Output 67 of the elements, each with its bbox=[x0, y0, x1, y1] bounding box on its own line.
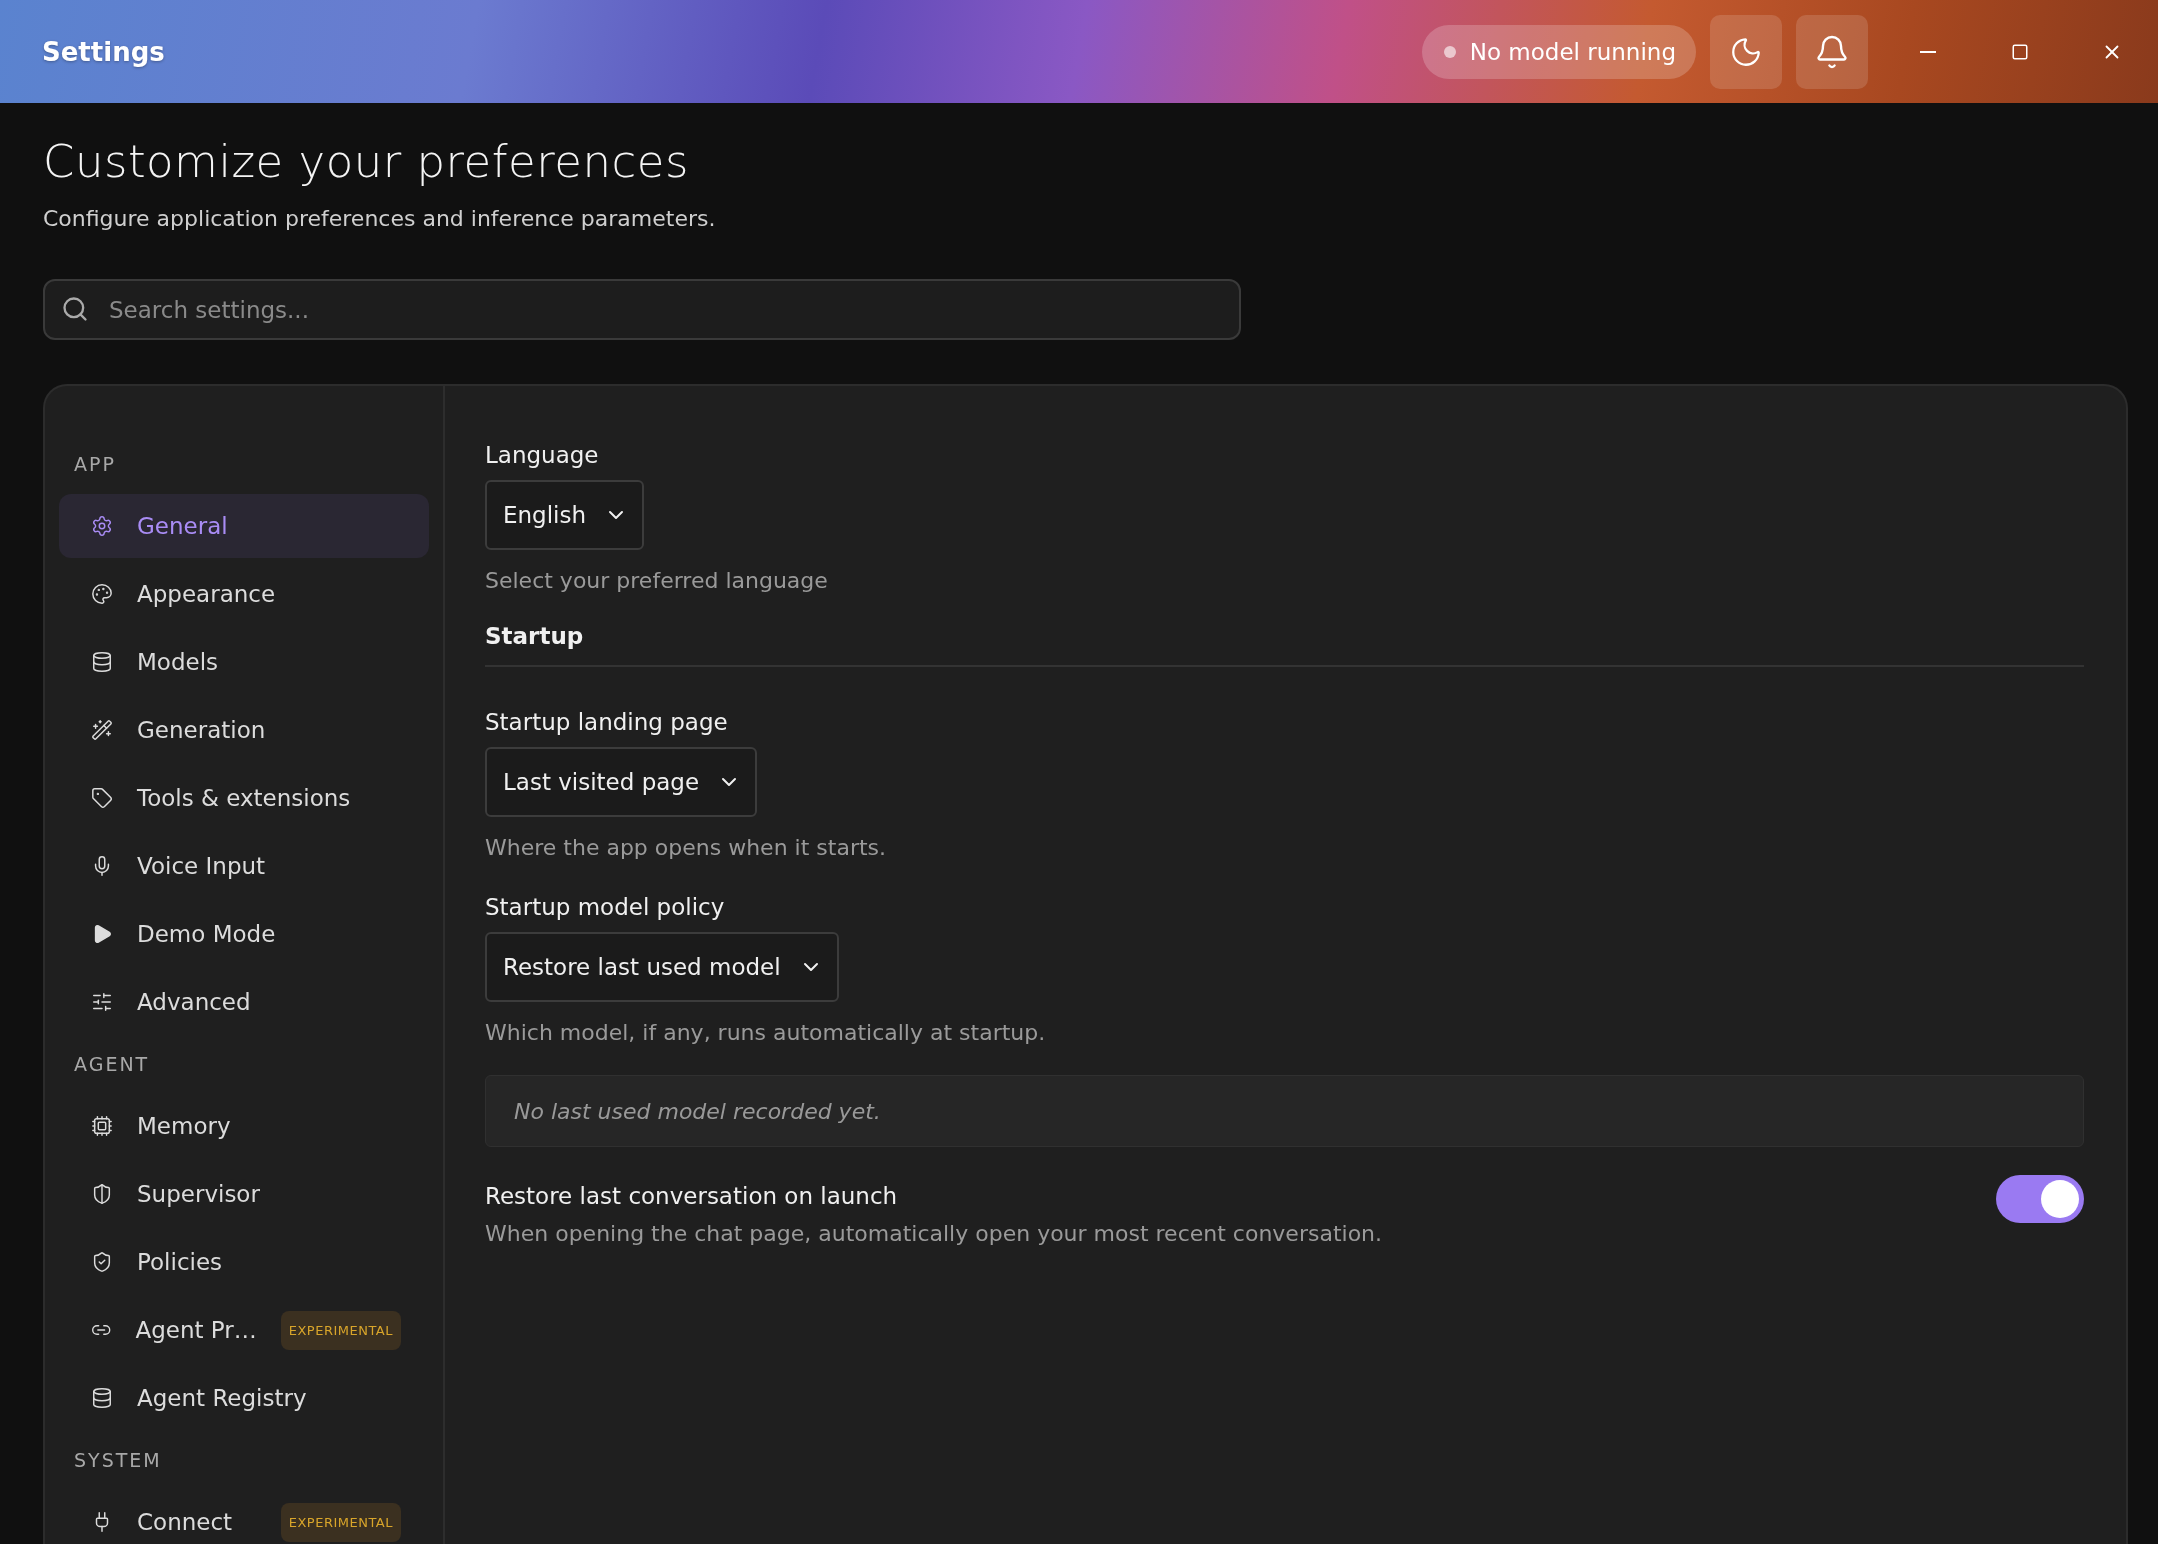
sidebar-item[interactable]: Appearance bbox=[59, 562, 429, 626]
bell-icon[interactable] bbox=[1796, 14, 1868, 89]
toggle-switch[interactable] bbox=[1996, 1175, 2084, 1223]
nav-icon bbox=[91, 1183, 113, 1205]
nav-label: Connect bbox=[137, 1509, 233, 1535]
nav-label: Memory bbox=[137, 1113, 231, 1139]
sidebar-item[interactable]: Supervisor bbox=[59, 1162, 429, 1226]
nav-label: Advanced bbox=[137, 989, 251, 1015]
dropdown[interactable]: Last visited page bbox=[485, 747, 758, 817]
nav-label: Demo Mode bbox=[137, 921, 276, 947]
field-label: Startup model policy bbox=[485, 894, 726, 920]
sidebar-item[interactable]: Policies bbox=[59, 1230, 429, 1294]
nav-icon bbox=[91, 1387, 113, 1409]
sidebar-item[interactable]: Memory bbox=[59, 1094, 429, 1158]
nav-label: Generation bbox=[137, 717, 266, 743]
help-text: When opening the chat page, automatically open your most recent conversation. bbox=[485, 1221, 1383, 1246]
nav-icon bbox=[91, 991, 113, 1013]
info-box: No last used model recorded yet. bbox=[485, 1075, 2084, 1147]
sidebar-item[interactable]: Voice Input bbox=[59, 834, 429, 898]
search-icon bbox=[61, 295, 89, 323]
window-title: Settings bbox=[42, 36, 166, 67]
nav-label: Supervisor bbox=[137, 1181, 260, 1207]
sidebar-item[interactable]: Agent Pr… EXPERIMENTAL bbox=[59, 1298, 429, 1362]
sidebar-item[interactable]: General bbox=[59, 494, 429, 558]
nav-label: Models bbox=[137, 649, 219, 675]
nav-label: Appearance bbox=[137, 581, 276, 607]
section-heading: SYSTEM bbox=[73, 1448, 163, 1473]
section-title: Startup bbox=[485, 623, 2084, 667]
nav-icon bbox=[91, 787, 113, 809]
nav-icon bbox=[91, 651, 113, 673]
nav-icon bbox=[91, 1251, 113, 1273]
maximize-icon bbox=[2011, 42, 2029, 61]
nav-icon bbox=[91, 583, 113, 605]
status-text: No model running bbox=[1469, 38, 1676, 65]
nav-icon bbox=[91, 515, 113, 537]
dropdown[interactable]: English bbox=[485, 480, 645, 550]
page-title: Customize your preferences bbox=[43, 135, 690, 188]
section-heading: APP bbox=[73, 452, 117, 477]
nav-icon bbox=[91, 1115, 113, 1137]
moon-icon[interactable] bbox=[1710, 14, 1782, 89]
field-label: Startup landing page bbox=[485, 709, 729, 735]
nav-label: Agent Pr… bbox=[135, 1317, 257, 1343]
field-label: Language bbox=[485, 442, 600, 468]
search-field[interactable]: Search settings... bbox=[43, 279, 1241, 340]
sidebar-item[interactable]: Generation bbox=[59, 698, 429, 762]
nav-label: Voice Input bbox=[137, 853, 266, 879]
nav-label: General bbox=[137, 513, 228, 539]
nav-label: Agent Registry bbox=[137, 1385, 307, 1411]
nav-label: Policies bbox=[137, 1249, 223, 1275]
help-text: Where the app opens when it starts. bbox=[485, 835, 888, 860]
sidebar-item[interactable]: Advanced bbox=[59, 970, 429, 1034]
nav-label: Tools & extensions bbox=[137, 785, 351, 811]
sidebar-item[interactable]: Models bbox=[59, 630, 429, 694]
dropdown[interactable]: Restore last used model bbox=[485, 932, 839, 1002]
page-subtitle: Configure application preferences and inference parameters. bbox=[43, 206, 717, 231]
experimental-badge: EXPERIMENTAL bbox=[280, 1502, 401, 1542]
sidebar-item[interactable]: Demo Mode bbox=[59, 902, 429, 966]
experimental-badge: EXPERIMENTAL bbox=[280, 1310, 401, 1350]
help-text: Which model, if any, runs automatically at startup. bbox=[485, 1020, 1047, 1045]
sidebar-item[interactable]: Tools & extensions bbox=[59, 766, 429, 830]
field-label: Restore last conversation on launch bbox=[485, 1183, 899, 1209]
sidebar-item[interactable]: Agent Registry bbox=[59, 1366, 429, 1430]
section-heading: AGENT bbox=[73, 1052, 151, 1077]
help-text: Select your preferred language bbox=[485, 568, 829, 593]
nav-icon bbox=[91, 719, 113, 741]
minimize-icon bbox=[1920, 50, 1936, 53]
sidebar-item[interactable]: Connect EXPERIMENTAL bbox=[59, 1490, 429, 1544]
